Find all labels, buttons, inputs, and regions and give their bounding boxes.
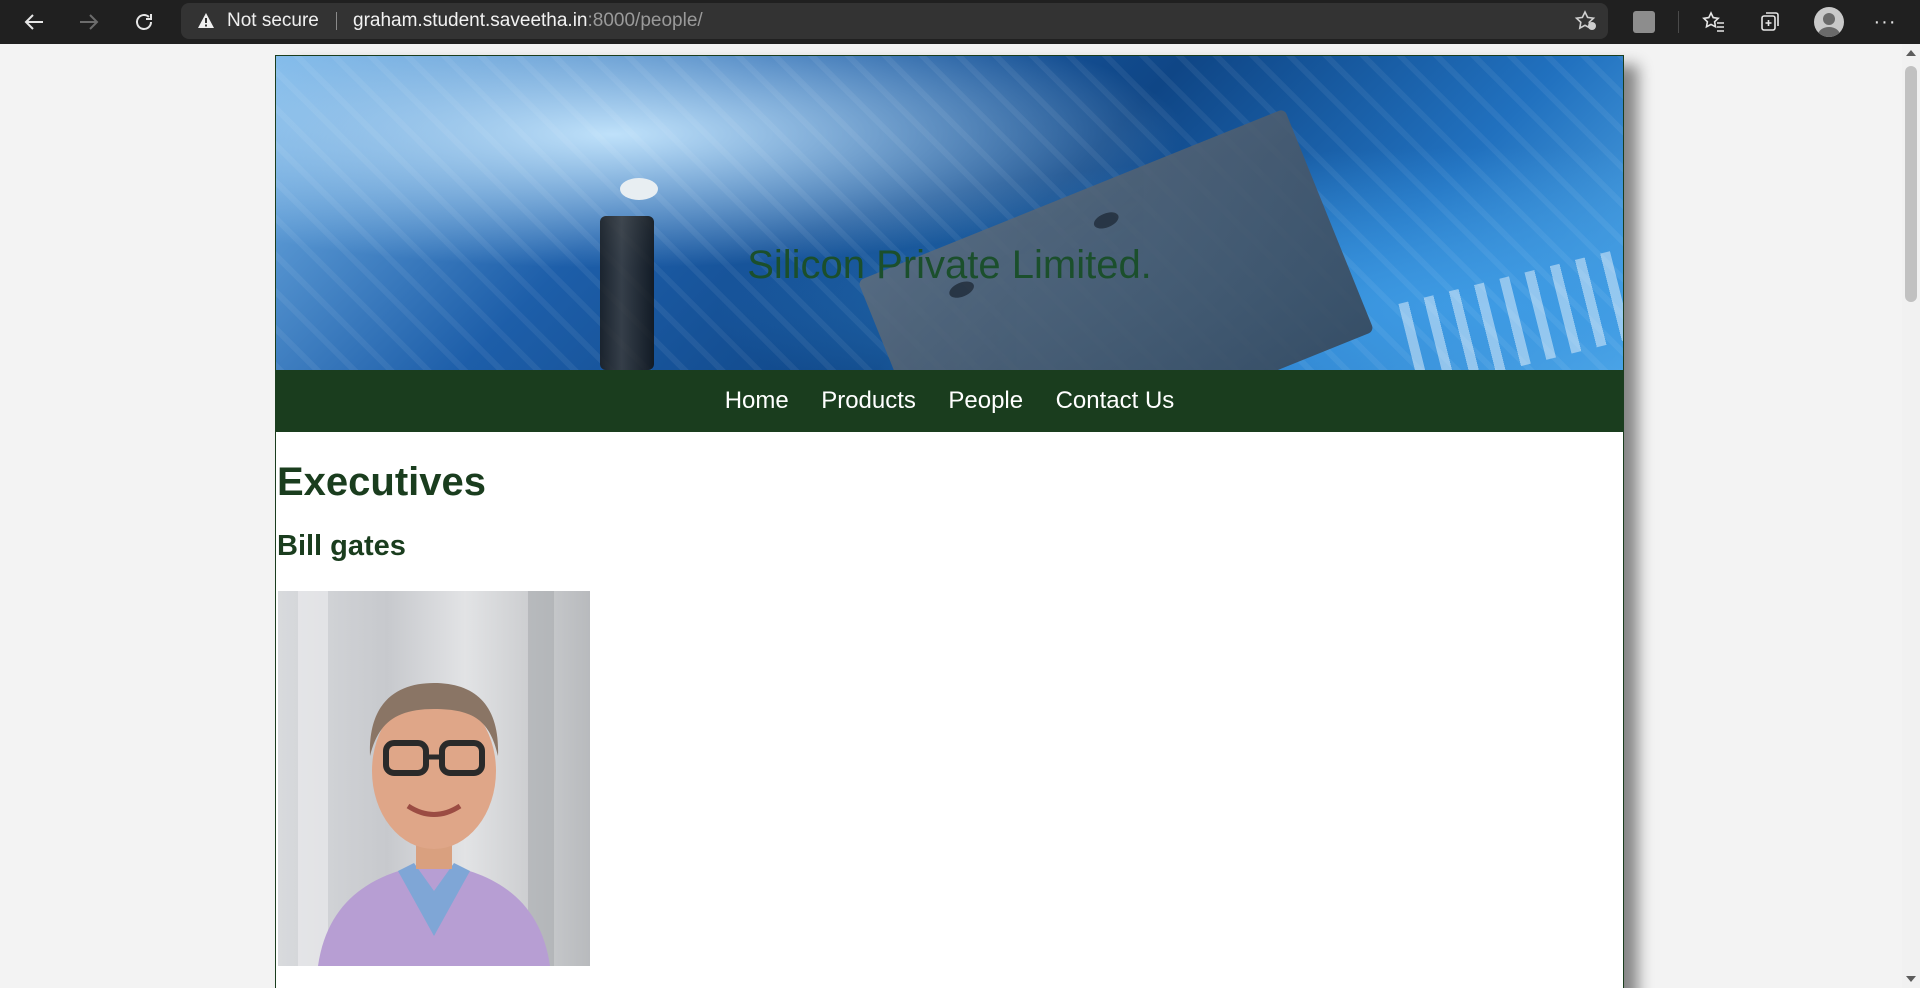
not-secure-label[interactable]: Not secure (227, 3, 319, 39)
url-path: :8000/people/ (587, 10, 703, 31)
executive-photo (278, 591, 590, 966)
scroll-down-icon[interactable] (1906, 976, 1916, 982)
toolbar-divider (1678, 11, 1679, 33)
more-icon[interactable]: ··· (1870, 4, 1900, 40)
circuit-chip (857, 108, 1375, 370)
nav-home[interactable]: Home (711, 370, 803, 432)
executive-name: Bill gates (277, 530, 406, 562)
add-favorite-icon[interactable] (1574, 10, 1598, 32)
nav-people[interactable]: People (934, 370, 1037, 432)
address-bar[interactable]: Not secure graham.student.saveetha.in:80… (181, 3, 1608, 39)
site-title: Silicon Private Limited. (747, 243, 1152, 287)
address-divider (336, 12, 337, 30)
extension-icon[interactable] (1633, 11, 1655, 33)
favorites-icon[interactable] (1692, 4, 1736, 40)
chip-dot (1091, 209, 1121, 232)
browser-toolbar: Not secure graham.student.saveetha.in:80… (0, 0, 1920, 44)
scroll-up-icon[interactable] (1906, 50, 1916, 56)
page-heading: Executives (277, 460, 487, 504)
collections-icon[interactable] (1748, 4, 1792, 40)
capacitor (600, 216, 654, 370)
main-nav: Home Products People Contact Us (276, 370, 1623, 432)
url-host: graham.student.saveetha.in (353, 10, 588, 31)
nav-contact-us[interactable]: Contact Us (1042, 370, 1189, 432)
capacitor-top (620, 178, 658, 200)
reload-icon[interactable] (122, 4, 166, 40)
web-page: Silicon Private Limited. Home Products P… (275, 55, 1624, 988)
warning-icon[interactable] (197, 12, 215, 30)
profile-icon[interactable] (1814, 7, 1844, 37)
nav-products[interactable]: Products (807, 370, 930, 432)
scroll-thumb[interactable] (1905, 66, 1917, 302)
page-scrollbar[interactable] (1902, 44, 1920, 988)
back-arrow-icon[interactable] (12, 4, 56, 40)
url-text[interactable]: graham.student.saveetha.in:8000/people/ (353, 3, 703, 39)
header-banner: Silicon Private Limited. (276, 56, 1623, 370)
forward-arrow-icon[interactable] (67, 4, 111, 40)
